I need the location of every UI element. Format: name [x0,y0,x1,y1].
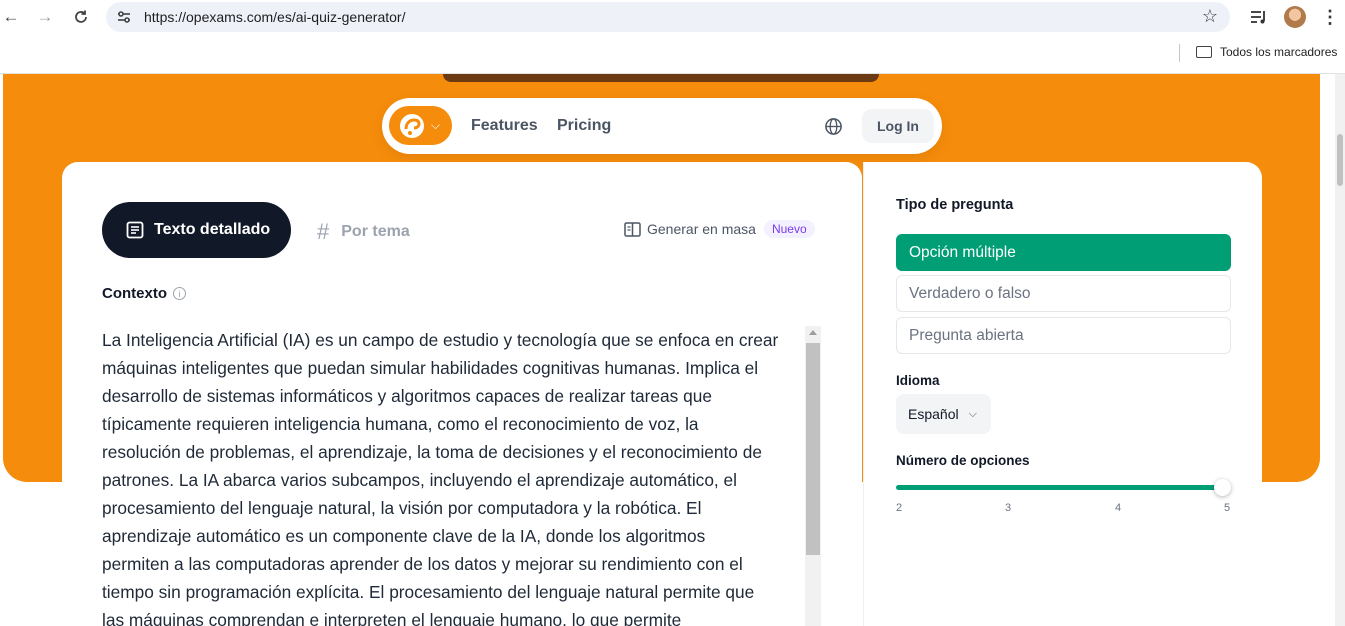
options-count-slider[interactable] [896,485,1223,490]
all-bookmarks-folder[interactable]: Todos los marcadores [1196,45,1337,59]
tab-by-topic-label: Por tema [341,223,410,240]
option-true-false[interactable]: Verdadero o falso [896,275,1231,312]
page-scroll-thumb[interactable] [1337,134,1343,186]
context-line: permiten a las computadoras aprender de … [102,554,743,574]
page-scrollbar[interactable] [1335,74,1345,626]
bulk-generate-label: Generar en masa [647,221,756,237]
info-icon[interactable]: i [173,287,186,300]
slider-tick-label: 3 [1005,502,1012,514]
address-url: https://opexams.com/es/ai-quiz-generator… [144,9,406,25]
chevron-down-icon: ⌵ [968,407,977,420]
context-card: Texto detallado # Por tema Generar en ma… [62,162,862,626]
context-line: típicamente requieren inteligencia human… [102,414,699,434]
slider-tick-label: 4 [1115,502,1122,514]
back-icon[interactable]: ← [0,6,22,28]
browser-menu-icon[interactable]: ⋮ [1320,6,1340,28]
bulk-generate-button[interactable]: Generar en masa Nuevo [624,220,815,238]
language-title: Idioma [896,373,940,388]
context-line: aprendizaje automático es un componente … [102,526,706,546]
context-line: las máquinas comprendan e interpreten el… [102,610,682,626]
bookmarks-separator [1179,44,1180,62]
all-bookmarks-label: Todos los marcadores [1220,45,1338,59]
logo-menu-button[interactable]: ⌵ [389,106,452,145]
option-open-question[interactable]: Pregunta abierta [896,317,1231,354]
book-open-icon [624,221,641,237]
tab-detailed-text-label: Texto detallado [154,221,271,238]
globe-icon[interactable] [824,117,843,136]
options-count-slider-thumb[interactable] [1214,479,1231,496]
language-select[interactable]: Español ⌵ [896,394,991,434]
chevron-down-icon: ⌵ [431,118,441,132]
settings-panel: Tipo de pregunta Opción múltiple Verdade… [863,162,1262,626]
document-icon [126,221,144,239]
hash-icon: # [317,219,330,244]
option-multiple-choice[interactable]: Opción múltiple [896,234,1231,271]
forward-icon[interactable]: → [34,6,56,28]
context-textarea[interactable]: La Inteligencia Artificial (IA) es un ca… [102,326,802,626]
context-line: resolución de problemas, el aprendizaje,… [102,442,762,462]
new-badge: Nuevo [763,220,815,238]
question-type-title: Tipo de pregunta [896,197,1014,213]
media-playlist-icon[interactable] [1248,6,1270,28]
folder-icon [1196,46,1212,58]
context-line: tiempo sin programación explícita. El pr… [102,582,755,602]
context-line: La Inteligencia Artificial (IA) es un ca… [102,330,779,350]
textarea-scrollbar[interactable] [805,326,821,626]
top-navbar: ⌵ Features Pricing Log In [382,98,942,154]
site-settings-icon[interactable] [116,9,132,25]
nav-features-link[interactable]: Features [471,117,538,135]
tab-detailed-text[interactable]: Texto detallado [102,202,291,258]
scroll-up-arrow-icon[interactable] [809,330,817,335]
context-line: patrones. La IA abarca varios subcampos,… [102,470,737,490]
options-count-title: Número de opciones [896,453,1030,468]
language-value: Español [908,406,959,422]
logo-icon [400,113,424,138]
context-line: desarrollo de sistemas informáticos y al… [102,386,712,406]
login-button[interactable]: Log In [862,109,934,143]
textarea-scroll-thumb[interactable] [806,343,820,555]
browser-toolbar: ← → https://opexams.com/es/ai-quiz-gener… [0,0,1345,34]
browser-chrome: ← → https://opexams.com/es/ai-quiz-gener… [0,0,1345,74]
address-bar[interactable]: https://opexams.com/es/ai-quiz-generator… [106,2,1230,32]
page-viewport: ⌵ Features Pricing Log In Texto detallad… [0,74,1335,626]
bookmark-star-icon[interactable]: ☆ [1202,6,1218,27]
slider-tick-label: 2 [896,502,903,514]
reload-icon[interactable] [70,6,92,28]
top-banner-strip [443,74,879,82]
nav-pricing-link[interactable]: Pricing [557,117,611,135]
tab-by-topic[interactable]: # Por tema [317,219,410,245]
context-line: procesamiento del lenguaje natural, la v… [102,498,702,518]
context-line: máquinas inteligentes que puedan simular… [102,358,759,378]
context-label: Contexto i [102,285,186,302]
slider-tick-label: 5 [1224,502,1231,514]
profile-avatar[interactable] [1284,6,1306,28]
